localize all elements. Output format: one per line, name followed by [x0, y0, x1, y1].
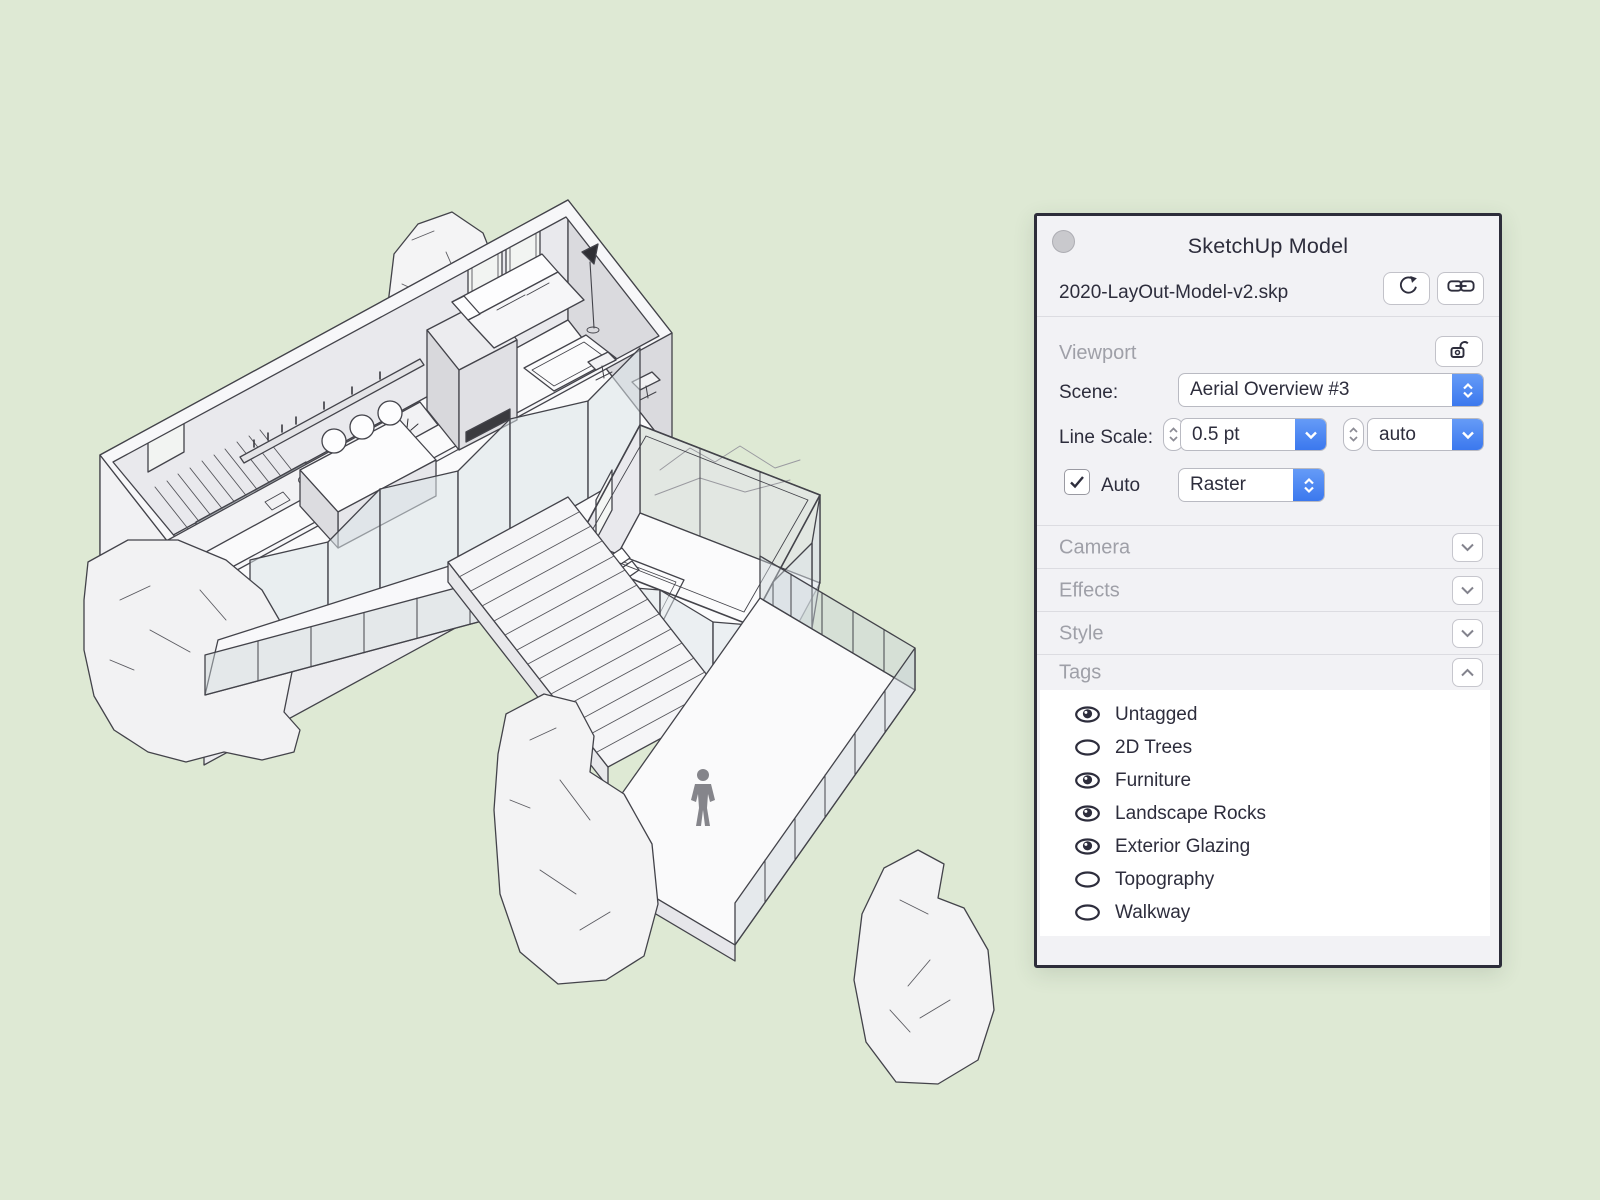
eye-visibility-icon[interactable]: [1074, 738, 1101, 757]
eye-visibility-icon[interactable]: [1074, 837, 1101, 856]
tag-label: Furniture: [1115, 770, 1191, 792]
viewport-section-label: Viewport: [1059, 342, 1136, 365]
chevron-down-icon: [1452, 419, 1483, 450]
style-expand-button[interactable]: [1452, 619, 1483, 648]
line-scale-auto-value: auto: [1368, 419, 1452, 450]
layout-workspace: { "colors": { "canvas_background": "#dee…: [0, 0, 1600, 1200]
line-scale-dropdown[interactable]: 0.5 pt: [1180, 418, 1327, 451]
tags-section-label: Tags: [1059, 661, 1101, 684]
section-effects[interactable]: Effects: [1037, 569, 1499, 612]
refresh-model-button[interactable]: [1383, 272, 1430, 305]
eye-visibility-icon[interactable]: [1074, 705, 1101, 724]
tag-list: Untagged 2D Trees Furniture Landscape Ro…: [1040, 690, 1490, 936]
line-scale-value: 0.5 pt: [1181, 419, 1295, 450]
section-style[interactable]: Style: [1037, 612, 1499, 655]
scene-value: Aerial Overview #3: [1179, 374, 1452, 406]
line-scale-auto-dropdown[interactable]: auto: [1367, 418, 1484, 451]
chevron-updown-icon: [1452, 374, 1483, 406]
scene-dropdown[interactable]: Aerial Overview #3: [1178, 373, 1484, 407]
tag-label: Exterior Glazing: [1115, 836, 1250, 858]
effects-section-label: Effects: [1059, 579, 1120, 602]
eye-visibility-icon[interactable]: [1074, 771, 1101, 790]
auto-render-checkbox[interactable]: [1064, 469, 1090, 495]
link-reference-button[interactable]: [1437, 272, 1484, 305]
refresh-icon: [1394, 274, 1420, 303]
link-icon: [1447, 278, 1475, 299]
lock-open-icon: [1448, 338, 1470, 365]
style-section-label: Style: [1059, 622, 1103, 645]
eye-visibility-icon[interactable]: [1074, 870, 1101, 889]
render-mode-value: Raster: [1179, 469, 1293, 501]
panel-title: SketchUp Model: [1037, 234, 1499, 259]
tag-label: Walkway: [1115, 902, 1190, 924]
tag-row-exterior-glazing[interactable]: Exterior Glazing: [1040, 830, 1490, 863]
model-filename: 2020-LayOut-Model-v2.skp: [1059, 282, 1288, 304]
auto-checkbox-label: Auto: [1101, 475, 1140, 497]
tag-label: Landscape Rocks: [1115, 803, 1266, 825]
tag-row-furniture[interactable]: Furniture: [1040, 764, 1490, 797]
eye-visibility-icon[interactable]: [1074, 903, 1101, 922]
line-scale-auto-stepper[interactable]: [1343, 418, 1364, 451]
tag-row-2d-trees[interactable]: 2D Trees: [1040, 731, 1490, 764]
section-tags[interactable]: Tags: [1037, 655, 1499, 690]
eye-visibility-icon[interactable]: [1074, 804, 1101, 823]
tags-expand-button[interactable]: [1452, 658, 1483, 687]
line-scale-label: Line Scale:: [1059, 427, 1153, 449]
house-model: [84, 200, 994, 1084]
chevron-updown-icon: [1293, 469, 1324, 501]
tag-label: Untagged: [1115, 704, 1197, 726]
tag-label: 2D Trees: [1115, 737, 1192, 759]
camera-section-label: Camera: [1059, 536, 1130, 559]
chevron-down-icon: [1295, 419, 1326, 450]
tag-row-landscape-rocks[interactable]: Landscape Rocks: [1040, 797, 1490, 830]
rock-right: [854, 850, 994, 1084]
tag-row-untagged[interactable]: Untagged: [1040, 698, 1490, 731]
scene-label: Scene:: [1059, 382, 1118, 404]
render-mode-dropdown[interactable]: Raster: [1178, 468, 1325, 502]
tag-row-topography[interactable]: Topography: [1040, 863, 1490, 896]
tag-label: Topography: [1115, 869, 1214, 891]
section-camera[interactable]: Camera: [1037, 526, 1499, 569]
tag-row-walkway[interactable]: Walkway: [1040, 896, 1490, 929]
viewport-lock-button[interactable]: [1435, 336, 1483, 367]
camera-expand-button[interactable]: [1452, 533, 1483, 562]
sketchup-model-panel: SketchUp Model 2020-LayOut-Model-v2.skp …: [1034, 213, 1502, 968]
effects-expand-button[interactable]: [1452, 576, 1483, 605]
divider: [1037, 316, 1499, 317]
